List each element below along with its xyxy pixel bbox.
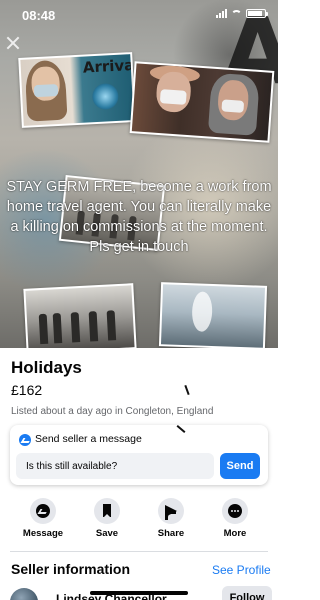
arrivals-sign: Arrivals [82, 55, 134, 77]
action-label: Message [22, 528, 64, 539]
home-indicator [90, 591, 188, 595]
arrivals-photo: Arrivals [18, 52, 136, 128]
close-icon[interactable] [5, 35, 21, 51]
action-circle [30, 498, 56, 524]
messenger-icon [19, 434, 31, 446]
figure [38, 313, 49, 345]
photo-overlay-text: STAY GERM FREE, become a work from home … [6, 179, 272, 255]
smoke-photo [158, 282, 268, 348]
figure [88, 311, 99, 342]
virus-graphic [91, 82, 120, 111]
listing-photo[interactable]: A Arrivals STAY GERM FREE, become a work… [0, 0, 278, 348]
bookmark-icon [103, 504, 111, 518]
masked-people-photo [129, 61, 275, 143]
message-input[interactable] [16, 453, 214, 479]
seller-info-heading: Seller information [11, 561, 131, 577]
action-bar: Message Save Share More [0, 498, 278, 542]
listing-title: Holidays [11, 358, 82, 377]
message-action-button[interactable]: Message [13, 498, 73, 539]
more-action-button[interactable]: More [205, 498, 265, 539]
wifi-icon [231, 9, 242, 18]
figure [70, 312, 81, 343]
signal-icon [216, 9, 227, 18]
follow-button[interactable]: Follow [222, 586, 272, 600]
action-label: Share [157, 528, 185, 539]
smoke-plume [191, 291, 213, 332]
status-time: 08:48 [22, 8, 56, 23]
messenger-icon [36, 504, 50, 518]
figure [106, 310, 117, 341]
divider [10, 551, 268, 552]
action-label: Save [95, 528, 119, 539]
listing-price: £162 [11, 382, 43, 398]
share-icon [165, 505, 177, 520]
figure [52, 313, 63, 344]
face-mask [221, 99, 245, 113]
status-icons [216, 9, 268, 18]
action-circle [94, 498, 120, 524]
avatar[interactable] [10, 588, 38, 600]
black-white-crowd-photo [23, 283, 137, 348]
battery-icon [246, 9, 268, 18]
more-icon [228, 504, 242, 518]
face-mask [159, 89, 187, 105]
face-mask [33, 84, 59, 98]
share-action-button[interactable]: Share [141, 498, 201, 539]
send-message-card: Send seller a message Send [10, 425, 268, 485]
action-circle [158, 498, 184, 524]
save-action-button[interactable]: Save [77, 498, 137, 539]
send-button[interactable]: Send [220, 453, 260, 479]
listing-meta: Listed about a day ago in Congleton, Eng… [11, 406, 214, 417]
action-label: More [223, 528, 247, 539]
pen-stroke [184, 384, 190, 396]
action-circle [222, 498, 248, 524]
see-profile-link[interactable]: See Profile [212, 563, 271, 577]
send-message-heading: Send seller a message [35, 433, 142, 445]
